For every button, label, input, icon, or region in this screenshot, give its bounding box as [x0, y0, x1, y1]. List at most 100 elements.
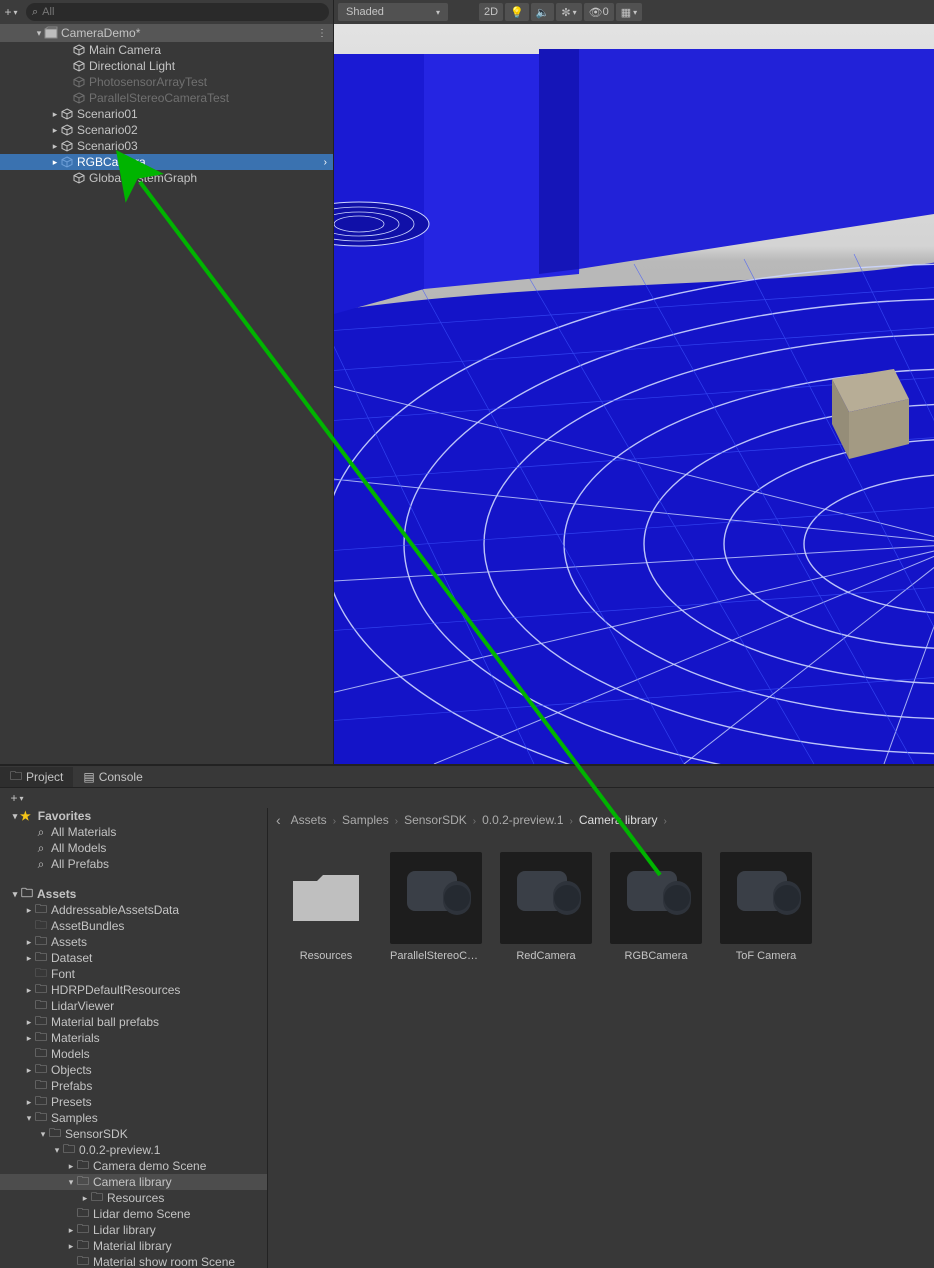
foldout-icon[interactable]: ▸ [50, 109, 60, 120]
project-tree-label: Assets [48, 935, 87, 949]
tab-project[interactable]: 🗀 Project [0, 767, 73, 787]
breadcrumb-item[interactable]: 0.0.2-preview.1 [480, 813, 565, 827]
chevron-right-icon: › [566, 816, 577, 827]
foldout-icon[interactable]: ▾ [38, 1129, 48, 1140]
scene-hidden-toggle[interactable]: 👁0 [584, 3, 614, 21]
favorite-item[interactable]: ⌕All Prefabs [0, 856, 267, 872]
scene-audio-toggle[interactable]: 🔈 [531, 3, 555, 21]
search-icon: ⌕ [32, 6, 38, 19]
foldout-icon[interactable]: ▸ [24, 1017, 34, 1028]
hierarchy-panel: ▾ CameraDemo* ⋮ Main Camera Directional … [0, 24, 334, 764]
foldout-icon[interactable]: ▾ [52, 1145, 62, 1156]
search-icon: ⌕ [34, 841, 48, 856]
project-tree-label: Lidar demo Scene [90, 1207, 190, 1221]
scene-fx-dropdown[interactable]: ✼▾ [556, 3, 581, 21]
chevron-right-icon: › [660, 816, 671, 827]
hierarchy-item-label: Scenario01 [74, 107, 138, 121]
foldout-icon[interactable]: ▸ [24, 905, 34, 916]
scene-view[interactable] [334, 24, 934, 764]
hierarchy-item[interactable]: Directional Light [0, 58, 333, 74]
foldout-icon[interactable]: ▾ [66, 1177, 76, 1188]
scene-2d-toggle[interactable]: 2D [479, 3, 503, 21]
asset-grid[interactable]: Resources ParallelStereoCa... RedCameraRGB… [268, 832, 934, 1268]
project-tree-item[interactable]: ▾🗀Samples [0, 1110, 267, 1126]
create-button[interactable]: +▾ [0, 2, 22, 22]
foldout-icon[interactable]: ▸ [80, 1193, 90, 1204]
project-tree-item[interactable]: 🗀Lidar demo Scene [0, 1206, 267, 1222]
project-tree-item[interactable]: ▸🗀Lidar library [0, 1222, 267, 1238]
foldout-icon[interactable]: ▾ [10, 811, 20, 822]
foldout-icon[interactable]: ▸ [24, 1033, 34, 1044]
shading-mode-label: Shaded [346, 6, 384, 18]
favorites-header[interactable]: ▾ ★ Favorites [0, 808, 267, 824]
breadcrumb-item[interactable]: Samples [340, 813, 391, 827]
project-tree-label: AssetBundles [48, 919, 124, 933]
hierarchy-search-input[interactable]: ⌕ All [26, 3, 329, 21]
hierarchy-item[interactable]: 👁⬚ ▸ Scenario02 [0, 122, 333, 138]
project-tree-item[interactable]: 🗀Material show room Scene [0, 1254, 267, 1268]
foldout-icon[interactable]: ▾ [34, 28, 44, 39]
hierarchy-item[interactable]: ▸ Scenario03 [0, 138, 333, 154]
foldout-icon[interactable]: ▸ [24, 953, 34, 964]
fx-icon: ✼ [561, 6, 570, 19]
hierarchy-item-label: Main Camera [86, 43, 161, 57]
shading-mode-dropdown[interactable]: Shaded ▾ [338, 3, 448, 21]
scene-lighting-toggle[interactable]: 💡 [505, 3, 529, 21]
chevron-right-icon: › [391, 816, 402, 827]
project-create-button[interactable]: +▾ [6, 788, 28, 808]
gameobject-icon [60, 124, 74, 136]
project-tree-item[interactable]: ▸🗀Resources [0, 1190, 267, 1206]
gameobject-icon [60, 108, 74, 120]
project-tree-item[interactable]: ▸🗀Camera demo Scene [0, 1158, 267, 1174]
asset-item[interactable]: ParallelStereoCa... [388, 852, 484, 962]
asset-label: Resources [280, 950, 372, 962]
project-tree-item[interactable]: ▾🗀0.0.2-preview.1 [0, 1142, 267, 1158]
asset-item[interactable]: RedCamera [498, 852, 594, 962]
asset-label: ParallelStereoCa... [390, 950, 482, 962]
scene-root[interactable]: ▾ CameraDemo* ⋮ [0, 24, 333, 42]
scene-cube-gizmo [832, 369, 909, 459]
hierarchy-item[interactable]: Main Camera [0, 42, 333, 58]
breadcrumb-item[interactable]: SensorSDK [402, 813, 469, 827]
project-tree-label: Font [48, 967, 75, 981]
foldout-icon[interactable]: ▸ [24, 985, 34, 996]
scene-grid-toggle[interactable]: ▦▾ [616, 3, 642, 21]
hierarchy-item-label: RGBCamera [74, 155, 146, 169]
favorite-item[interactable]: ⌕All Models [0, 840, 267, 856]
favorite-item[interactable]: ⌕All Materials [0, 824, 267, 840]
foldout-icon[interactable]: ▸ [50, 157, 60, 168]
hierarchy-item-selected[interactable]: ▸ RGBCamera › [0, 154, 333, 170]
eye-slash-icon: 👁 [589, 6, 603, 19]
project-tree-item[interactable]: ▾🗀SensorSDK [0, 1126, 267, 1142]
foldout-icon[interactable]: ▸ [66, 1161, 76, 1172]
gameobject-icon [72, 92, 86, 104]
foldout-icon[interactable]: ▸ [66, 1225, 76, 1236]
asset-item[interactable]: RGBCamera [608, 852, 704, 962]
chevron-right-icon: › [329, 816, 340, 827]
project-tree[interactable]: ▾ ★ Favorites ⌕All Materials ⌕All Models… [0, 808, 268, 1268]
foldout-icon[interactable]: ▸ [66, 1241, 76, 1252]
hierarchy-item[interactable]: ParallelStereoCameraTest [0, 90, 333, 106]
project-tree-item[interactable]: ▸🗀Material library [0, 1238, 267, 1254]
foldout-icon[interactable]: ▾ [10, 889, 20, 900]
foldout-icon[interactable]: ▸ [24, 1097, 34, 1108]
foldout-icon[interactable]: ▸ [24, 937, 34, 948]
scene-icon [44, 26, 58, 40]
asset-item[interactable]: Resources [278, 852, 374, 962]
breadcrumb-item[interactable]: Assets [289, 813, 329, 827]
asset-item[interactable]: ToF Camera [718, 852, 814, 962]
search-icon: ⌕ [34, 825, 48, 840]
foldout-icon[interactable]: ▸ [24, 1065, 34, 1076]
kebab-icon[interactable]: ⋮ [317, 28, 327, 39]
foldout-icon[interactable]: ▾ [24, 1113, 34, 1124]
hierarchy-item[interactable]: GlobalSystemGraph [0, 170, 333, 186]
breadcrumb-back[interactable]: ‹ [274, 812, 283, 828]
foldout-icon[interactable]: ▸ [50, 125, 60, 136]
foldout-icon[interactable]: ▸ [50, 141, 60, 152]
breadcrumb-item[interactable]: Camera library [577, 813, 660, 827]
project-tree-item[interactable]: ▾🗀Camera library [0, 1174, 267, 1190]
hierarchy-item[interactable]: PhotosensorArrayTest [0, 74, 333, 90]
hierarchy-item[interactable]: ▸ Scenario01 [0, 106, 333, 122]
open-prefab-icon[interactable]: › [324, 157, 327, 168]
tab-console[interactable]: ▤ Console [73, 767, 152, 787]
